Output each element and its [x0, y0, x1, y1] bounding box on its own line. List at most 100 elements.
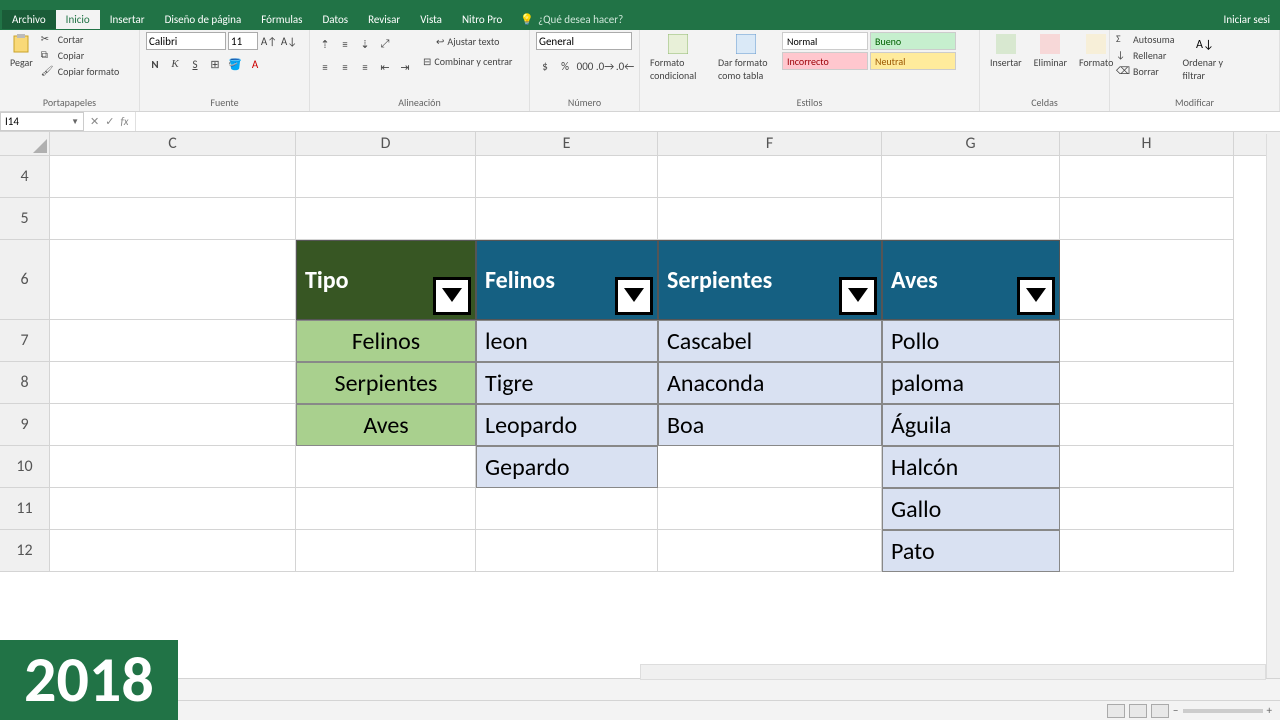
filter-button[interactable] [1017, 277, 1055, 315]
cell[interactable] [50, 446, 296, 488]
cell[interactable] [296, 156, 476, 198]
tab-insert[interactable]: Insertar [100, 10, 155, 29]
row-header-5[interactable]: 5 [0, 198, 50, 240]
tab-file[interactable]: Archivo [2, 10, 56, 29]
page-break-view-button[interactable] [1151, 704, 1169, 718]
select-all-button[interactable] [0, 132, 50, 156]
zoom-out-button[interactable]: − [1173, 704, 1178, 717]
cell-header-felinos[interactable]: Felinos [476, 240, 658, 320]
cell[interactable] [658, 156, 882, 198]
filter-button[interactable] [433, 277, 471, 315]
row-header-7[interactable]: 7 [0, 320, 50, 362]
col-header-H[interactable]: H [1060, 132, 1234, 156]
tab-review[interactable]: Revisar [358, 10, 410, 29]
decrease-decimal-button[interactable]: .0← [616, 57, 634, 75]
tab-home[interactable]: Inicio [56, 10, 100, 29]
cell[interactable] [50, 198, 296, 240]
fill-color-button[interactable]: 🪣 [226, 55, 244, 73]
cell[interactable] [50, 156, 296, 198]
row-header-10[interactable]: 10 [0, 446, 50, 488]
increase-indent-button[interactable]: ⇥ [396, 58, 414, 76]
decrease-indent-button[interactable]: ⇤ [376, 58, 394, 76]
decrease-font-button[interactable]: A↓ [280, 32, 298, 50]
style-incorrecto[interactable]: Incorrecto [782, 52, 868, 70]
row-header-11[interactable]: 11 [0, 488, 50, 530]
cell[interactable] [1060, 446, 1234, 488]
sign-in-link[interactable]: Iniciar sesi [1224, 13, 1280, 26]
cell-header-serpientes[interactable]: Serpientes [658, 240, 882, 320]
style-neutral[interactable]: Neutral [870, 52, 956, 70]
align-middle-button[interactable]: ≡ [336, 35, 354, 53]
tab-data[interactable]: Datos [312, 10, 358, 29]
cell[interactable]: Pato [882, 530, 1060, 572]
cell[interactable]: Serpientes [296, 362, 476, 404]
merge-center-button[interactable]: ⊟Combinar y centrar [418, 52, 517, 70]
wrap-text-button[interactable]: ↩Ajustar texto [418, 32, 517, 50]
row-header-8[interactable]: 8 [0, 362, 50, 404]
cell[interactable]: Aves [296, 404, 476, 446]
conditional-formatting-button[interactable]: Formato condicional [646, 32, 710, 84]
col-header-D[interactable]: D [296, 132, 476, 156]
cell[interactable] [296, 488, 476, 530]
col-header-G[interactable]: G [882, 132, 1060, 156]
cell-styles-gallery[interactable]: Normal Bueno Incorrecto Neutral [782, 32, 962, 70]
percent-format-button[interactable]: % [556, 57, 574, 75]
cell[interactable] [1060, 404, 1234, 446]
format-painter-button[interactable]: 🖌Copiar formato [41, 64, 120, 78]
cell[interactable]: Gepardo [476, 446, 658, 488]
cell[interactable] [296, 446, 476, 488]
cell[interactable] [476, 198, 658, 240]
cell[interactable] [50, 320, 296, 362]
sort-filter-button[interactable]: A↓Ordenar y filtrar [1179, 32, 1229, 84]
tab-formulas[interactable]: Fórmulas [251, 10, 312, 29]
zoom-slider[interactable] [1183, 709, 1263, 713]
fx-button[interactable]: fx [120, 115, 128, 128]
enter-formula-button[interactable]: ✓ [105, 115, 114, 128]
cell-header-tipo[interactable]: Tipo [296, 240, 476, 320]
filter-button[interactable] [615, 277, 653, 315]
cell[interactable] [1060, 530, 1234, 572]
borders-button[interactable]: ⊞ [206, 55, 224, 73]
page-layout-view-button[interactable] [1129, 704, 1147, 718]
paste-button[interactable]: Pegar [6, 32, 37, 71]
cell[interactable] [1060, 156, 1234, 198]
tab-page-layout[interactable]: Diseño de página [155, 10, 252, 29]
cell[interactable] [296, 530, 476, 572]
cell[interactable]: Felinos [296, 320, 476, 362]
cell[interactable] [476, 488, 658, 530]
vertical-scrollbar[interactable] [1266, 134, 1280, 678]
format-as-table-button[interactable]: Dar formato como tabla [714, 32, 778, 84]
cut-button[interactable]: ✂Cortar [41, 32, 120, 46]
worksheet-grid[interactable]: C D E F G H 4 5 6 7 8 9 10 11 12 Tipo Fe… [0, 132, 1280, 672]
cell[interactable] [1060, 198, 1234, 240]
cell[interactable]: Águila [882, 404, 1060, 446]
cell[interactable]: Cascabel [658, 320, 882, 362]
cell[interactable] [50, 488, 296, 530]
cell[interactable] [658, 446, 882, 488]
autosum-button[interactable]: ΣAutosuma [1116, 32, 1175, 46]
filter-button[interactable] [839, 277, 877, 315]
cell[interactable] [1060, 320, 1234, 362]
increase-font-button[interactable]: A↑ [260, 32, 278, 50]
row-header-12[interactable]: 12 [0, 530, 50, 572]
cell[interactable]: Pollo [882, 320, 1060, 362]
zoom-in-button[interactable]: + [1267, 704, 1272, 717]
align-top-button[interactable]: ⇡ [316, 35, 334, 53]
comma-format-button[interactable]: 000 [576, 57, 594, 75]
row-headers[interactable]: 4 5 6 7 8 9 10 11 12 [0, 156, 50, 572]
cell[interactable]: leon [476, 320, 658, 362]
orientation-button[interactable]: ⤢ [376, 35, 394, 53]
delete-cells-button[interactable]: Eliminar [1030, 32, 1071, 71]
align-center-button[interactable]: ≡ [336, 58, 354, 76]
font-size-input[interactable] [228, 32, 258, 50]
row-header-4[interactable]: 4 [0, 156, 50, 198]
font-color-button[interactable]: A [246, 55, 264, 73]
underline-button[interactable]: S [186, 55, 204, 73]
accounting-format-button[interactable]: $ [536, 57, 554, 75]
cell[interactable] [658, 488, 882, 530]
bold-button[interactable]: N [146, 55, 164, 73]
clear-button[interactable]: ⌫Borrar [1116, 64, 1175, 78]
tab-nitro[interactable]: Nitro Pro [452, 10, 512, 29]
tab-view[interactable]: Vista [410, 10, 452, 29]
style-normal[interactable]: Normal [782, 32, 868, 50]
